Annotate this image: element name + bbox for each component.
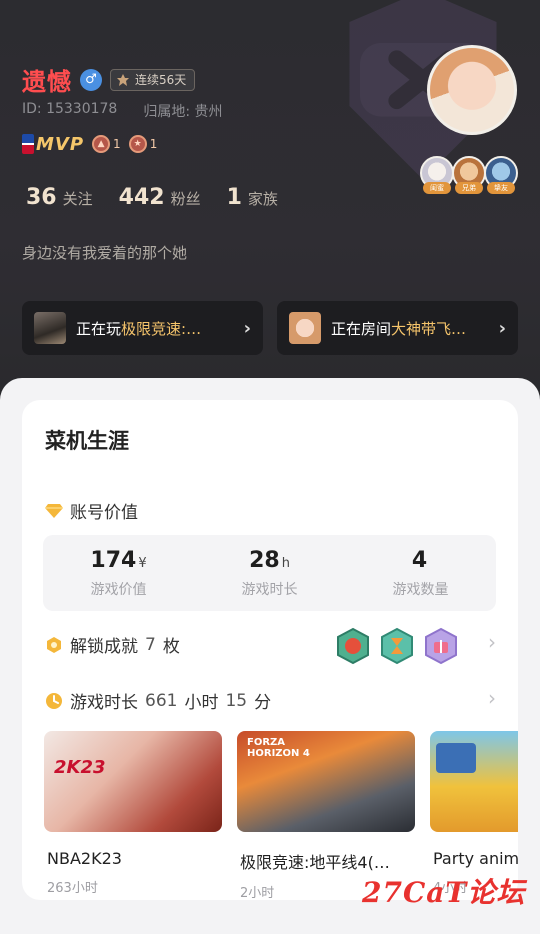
game-cover-logo: 2K23 bbox=[54, 757, 106, 778]
profile-header: 遗憾 ♂ 连续56天 ID: 15330178 归属地: 贵州 MVP ▲ 1 … bbox=[0, 0, 540, 400]
now-playing-prefix: 正在玩 bbox=[76, 319, 122, 338]
watermark: 27CaT论坛 bbox=[362, 876, 526, 909]
value-unit: h bbox=[281, 555, 290, 571]
career-card: 菜机生涯 账号价值 174 ¥ 游戏价值 28 h 游戏时长 4 游戏数量 解锁… bbox=[22, 400, 518, 901]
game-hours: 263小时 bbox=[47, 881, 98, 896]
game-cover-logo: FORZA HORIZON 4 bbox=[247, 737, 310, 759]
relation-tag: 闺蜜 bbox=[423, 182, 451, 194]
achievement-badge-icon bbox=[337, 627, 369, 665]
bio-text: 身边没有我爱着的那个她 bbox=[22, 244, 188, 262]
mvp-label: MVP bbox=[36, 133, 85, 155]
relation-tag: 挚友 bbox=[487, 182, 515, 194]
value-number: 4 bbox=[411, 547, 428, 573]
stat-label: 关注 bbox=[62, 190, 93, 208]
meta-row: ID: 15330178 归属地: 贵州 bbox=[22, 101, 223, 121]
in-room-title: 大神带飞… bbox=[391, 319, 467, 338]
game-card[interactable]: 2K23 NBA2K23 263小时 bbox=[44, 731, 222, 896]
now-playing-card[interactable]: 正在玩极限竞速:… › bbox=[22, 301, 263, 355]
friend-avatar: 闺蜜 bbox=[420, 156, 454, 194]
gift-badge-icon bbox=[425, 627, 457, 665]
streak-label: 连续56天 bbox=[135, 73, 187, 87]
medal-icon: ▲ bbox=[92, 135, 111, 153]
achievement-prefix: 解锁成就 bbox=[70, 637, 138, 657]
avatar[interactable] bbox=[427, 45, 517, 135]
friend-avatar: 挚友 bbox=[484, 156, 518, 194]
value-label: 游戏数量 bbox=[392, 581, 449, 598]
stat-family[interactable]: 1 家族 bbox=[227, 185, 278, 210]
game-thumbnail bbox=[34, 312, 66, 344]
chevron-right-icon[interactable]: › bbox=[488, 686, 496, 710]
male-icon: ♂ bbox=[80, 68, 102, 91]
achievements-row[interactable]: 解锁成就 7 枚 bbox=[45, 632, 180, 657]
streak-badge[interactable]: 连续56天 bbox=[110, 68, 196, 91]
friend-avatar: 兄弟 bbox=[452, 156, 486, 194]
robot-icon bbox=[436, 743, 476, 773]
playtime-hours: 661 bbox=[145, 690, 178, 711]
value-summary: 174 ¥ 游戏价值 28 h 游戏时长 4 游戏数量 bbox=[43, 535, 496, 611]
achievement-count: 7 bbox=[145, 634, 156, 655]
stat-label: 家族 bbox=[247, 190, 278, 208]
medal-count-1: 1 bbox=[113, 137, 121, 151]
value-unit: ¥ bbox=[138, 555, 147, 571]
in-room-text: 正在房间大神带飞… bbox=[331, 318, 489, 339]
career-title: 菜机生涯 bbox=[45, 429, 129, 453]
playtime-minutes-unit: 分 bbox=[254, 693, 272, 713]
chevron-right-icon: › bbox=[498, 317, 506, 339]
chevron-right-icon[interactable]: › bbox=[488, 630, 496, 654]
playtime-minutes: 15 bbox=[225, 690, 248, 711]
clock-icon bbox=[46, 692, 62, 709]
game-cover: 2K23 bbox=[44, 731, 222, 832]
medal-badge-1[interactable]: ▲ 1 bbox=[92, 134, 121, 154]
now-playing-title: 极限竞速:… bbox=[121, 319, 202, 338]
value-label: 游戏价值 bbox=[90, 581, 147, 598]
relation-tag: 兄弟 bbox=[455, 182, 483, 194]
nba-logo-icon bbox=[22, 134, 34, 154]
mvp-badge[interactable]: MVP bbox=[22, 133, 84, 155]
stat-label: 粉丝 bbox=[170, 190, 201, 208]
account-value-header: 账号价值 bbox=[45, 498, 138, 523]
stats-row: 36 关注 442 粉丝 1 家族 bbox=[26, 185, 278, 210]
account-value-label: 账号价值 bbox=[70, 503, 138, 523]
hourglass-badge-icon bbox=[381, 627, 413, 665]
now-playing-text: 正在玩极限竞速:… bbox=[76, 318, 234, 339]
stat-number: 442 bbox=[118, 185, 165, 210]
user-id: ID: 15330178 bbox=[22, 101, 118, 117]
stat-following[interactable]: 36 关注 bbox=[26, 185, 93, 210]
playtime-hours-unit: 小时 bbox=[184, 693, 219, 713]
laurel-icon bbox=[117, 73, 129, 86]
room-thumbnail bbox=[289, 312, 321, 344]
playtime-row[interactable]: 游戏时长 661 小时 15 分 bbox=[45, 688, 271, 713]
name-row: 遗憾 ♂ 连续56天 bbox=[22, 62, 196, 97]
friend-avatars[interactable]: 闺蜜 兄弟 挚友 bbox=[420, 156, 518, 194]
value-item: 28 h 游戏时长 bbox=[194, 535, 345, 611]
value-number: 28 bbox=[249, 547, 280, 573]
playtime-prefix: 游戏时长 bbox=[70, 693, 138, 713]
value-number: 174 bbox=[90, 547, 137, 573]
value-item: 174 ¥ 游戏价值 bbox=[43, 535, 194, 611]
game-name: NBA2K23 bbox=[47, 849, 122, 868]
star-medal-icon: ★ bbox=[128, 135, 147, 153]
stat-followers[interactable]: 442 粉丝 bbox=[119, 185, 201, 210]
username: 遗憾 bbox=[22, 68, 72, 96]
chevron-right-icon: › bbox=[243, 317, 251, 339]
career-panel: 菜机生涯 账号价值 174 ¥ 游戏价值 28 h 游戏时长 4 游戏数量 解锁… bbox=[0, 378, 540, 934]
diamond-icon bbox=[45, 503, 63, 518]
stat-number: 1 bbox=[226, 185, 242, 210]
medal-count-2: 1 bbox=[149, 137, 158, 151]
medal-badge-2[interactable]: ★ 1 bbox=[128, 134, 158, 154]
achievement-badges bbox=[334, 627, 460, 665]
achievement-icon bbox=[47, 636, 61, 653]
game-cover: FORZA HORIZON 4 bbox=[237, 731, 415, 832]
badge-row: MVP ▲ 1 ★ 1 bbox=[22, 133, 157, 155]
achievement-suffix: 枚 bbox=[162, 637, 180, 657]
in-room-prefix: 正在房间 bbox=[331, 319, 392, 338]
in-room-card[interactable]: 正在房间大神带飞… › bbox=[277, 301, 518, 355]
location: 归属地: 贵州 bbox=[143, 104, 223, 120]
game-name: Party anim bbox=[433, 849, 518, 868]
stat-number: 36 bbox=[26, 185, 57, 210]
value-item: 4 游戏数量 bbox=[345, 535, 496, 611]
game-cover bbox=[430, 731, 518, 832]
game-name: 极限竞速:地平线4(… bbox=[240, 853, 390, 872]
value-label: 游戏时长 bbox=[241, 581, 298, 598]
